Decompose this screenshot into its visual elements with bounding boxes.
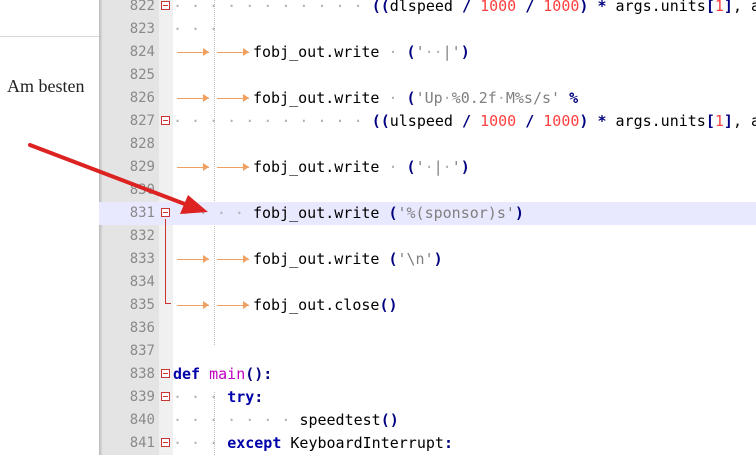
fold-collapse-icon[interactable] [161,369,170,378]
tab-arrow-icon [173,41,213,64]
code-line[interactable]: 835 fobj_out.close() [99,294,756,317]
tab-arrow-icon [173,156,213,179]
page-text: Am besten [7,76,85,96]
line-number: 832 [129,228,155,244]
code-text: fobj_out.close() [173,294,398,317]
code-line-current[interactable]: 831 · · · · fobj_out.write ('%(sponsor)s… [99,202,756,225]
tab-arrow-icon [213,156,253,179]
code-text: def main(): [173,365,273,383]
code-line[interactable]: 822 · · · · · · · · · · · ((dlspeed / 10… [99,0,756,18]
line-number: 824 [129,44,155,60]
line-number: 827 [129,113,155,129]
line-number: 839 [129,389,155,405]
line-number: 831 [129,205,155,221]
line-number: 826 [129,90,155,106]
code-line[interactable]: 827 · · · · · · · · · · · ((ulspeed / 10… [99,110,756,133]
line-number: 838 [129,366,155,382]
fold-collapse-icon[interactable] [161,116,170,125]
line-number: 834 [129,274,155,290]
code-line[interactable]: 838 def main(): [99,363,756,386]
code-text: fobj_out.write ('\n') [173,248,443,271]
tab-arrow-icon [213,87,253,110]
code-text: · · · [173,20,219,38]
line-number: 825 [129,67,155,83]
code-text: · · · try: [173,388,264,406]
line-number: 835 [129,297,155,313]
fold-block-line [165,219,166,304]
code-line[interactable]: 830 [99,179,756,202]
line-number: 836 [129,320,155,336]
code-line[interactable]: 840 · · · · · · · speedtest() [99,409,756,432]
code-text: · · · · fobj_out.write ('%(sponsor)s') [180,204,524,222]
code-text: · · · except KeyboardInterrupt: [173,434,453,452]
code-line[interactable]: 825 [99,64,756,87]
code-line[interactable]: 823 · · · [99,18,756,41]
code-text: fobj_out.write · ('·|·') [173,156,470,179]
tab-arrow-icon [213,41,253,64]
tab-arrow-icon [173,248,213,271]
code-editor[interactable]: 822 · · · · · · · · · · · ((dlspeed / 10… [99,0,756,455]
fold-collapse-icon[interactable] [161,1,170,10]
code-text: fobj_out.write · ('Up·%0.2f·M%s/s' % [173,87,578,110]
code-line[interactable]: 836 [99,317,756,340]
fold-collapse-icon[interactable] [161,438,170,447]
code-text: · · · · · · · speedtest() [173,411,399,429]
line-number: 840 [129,412,155,428]
tab-arrow-icon [173,294,213,317]
code-line[interactable]: 839 · · · try: [99,386,756,409]
divider [0,36,99,37]
line-number: 830 [129,182,155,198]
fold-collapse-icon[interactable] [161,392,170,401]
code-line[interactable]: 824 fobj_out.write · ('··|') [99,41,756,64]
line-number: 822 [129,0,155,14]
code-text: · · · · · · · · · · · ((ulspeed / 1000 /… [173,112,756,130]
line-number: 841 [129,435,155,451]
web-page-fragment: Am besten [0,0,99,455]
line-number: 833 [129,251,155,267]
tab-arrow-icon [173,87,213,110]
code-line[interactable]: 828 [99,133,756,156]
fold-collapse-icon[interactable] [161,208,170,217]
code-line[interactable]: 833 fobj_out.write ('\n') [99,248,756,271]
line-number: 829 [129,159,155,175]
line-number: 823 [129,21,155,37]
code-line[interactable]: 826 fobj_out.write · ('Up·%0.2f·M%s/s' % [99,87,756,110]
code-line[interactable]: 829 fobj_out.write · ('·|·') [99,156,756,179]
tab-arrow-icon [213,294,253,317]
line-number: 828 [129,136,155,152]
code-text: fobj_out.write · ('··|') [173,41,470,64]
code-line[interactable]: 841 · · · except KeyboardInterrupt: [99,432,756,455]
code-line[interactable]: 837 [99,340,756,363]
code-text: · · · · · · · · · · · ((dlspeed / 1000 /… [173,0,756,15]
code-line[interactable]: 834 [99,271,756,294]
fold-block-end [165,303,171,304]
line-number: 837 [129,343,155,359]
tab-arrow-icon [213,248,253,271]
code-line[interactable]: 832 [99,225,756,248]
